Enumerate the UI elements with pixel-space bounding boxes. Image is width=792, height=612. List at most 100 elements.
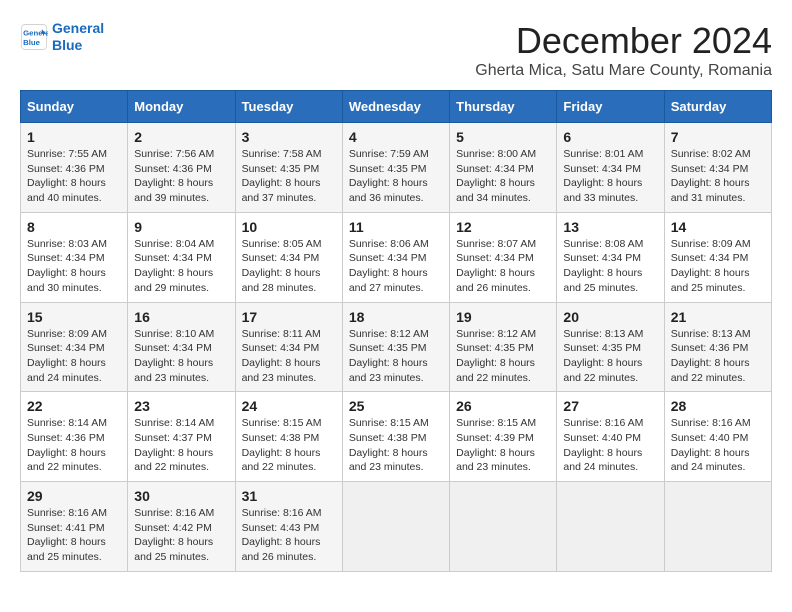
weekday-header: Saturday (664, 91, 771, 123)
title-section: December 2024 Gherta Mica, Satu Mare Cou… (475, 20, 772, 80)
weekday-header: Sunday (21, 91, 128, 123)
day-info: Sunrise: 8:14 AM Sunset: 4:37 PM Dayligh… (134, 416, 228, 475)
day-info: Sunrise: 8:16 AM Sunset: 4:40 PM Dayligh… (671, 416, 765, 475)
day-number: 10 (242, 219, 336, 235)
day-info: Sunrise: 8:04 AM Sunset: 4:34 PM Dayligh… (134, 237, 228, 296)
weekday-header: Wednesday (342, 91, 449, 123)
logo-text: GeneralBlue (52, 20, 104, 54)
day-info: Sunrise: 7:58 AM Sunset: 4:35 PM Dayligh… (242, 147, 336, 206)
day-number: 4 (349, 129, 443, 145)
calendar-cell: 18 Sunrise: 8:12 AM Sunset: 4:35 PM Dayli… (342, 302, 449, 392)
day-info: Sunrise: 8:15 AM Sunset: 4:38 PM Dayligh… (349, 416, 443, 475)
calendar-cell: 23Sunrise: 8:14 AM Sunset: 4:37 PM Dayli… (128, 392, 235, 482)
calendar-cell (664, 482, 771, 572)
day-info: Sunrise: 8:08 AM Sunset: 4:34 PM Dayligh… (563, 237, 657, 296)
weekday-header: Thursday (450, 91, 557, 123)
calendar-cell: 10 Sunrise: 8:05 AM Sunset: 4:34 PM Dayli… (235, 212, 342, 302)
weekday-header: Tuesday (235, 91, 342, 123)
day-number: 14 (671, 219, 765, 235)
calendar-cell: 31Sunrise: 8:16 AM Sunset: 4:43 PM Dayli… (235, 482, 342, 572)
day-info: Sunrise: 8:06 AM Sunset: 4:34 PM Dayligh… (349, 237, 443, 296)
calendar-week-row: 1 Sunrise: 7:55 AM Sunset: 4:36 PM Daylig… (21, 123, 772, 213)
calendar-cell: 16 Sunrise: 8:10 AM Sunset: 4:34 PM Dayli… (128, 302, 235, 392)
calendar-cell: 28 Sunrise: 8:16 AM Sunset: 4:40 PM Dayli… (664, 392, 771, 482)
day-number: 8 (27, 219, 121, 235)
calendar-cell (342, 482, 449, 572)
calendar-cell (557, 482, 664, 572)
day-info: Sunrise: 8:16 AM Sunset: 4:43 PM Dayligh… (242, 506, 336, 565)
calendar-cell: 26Sunrise: 8:15 AM Sunset: 4:39 PM Dayli… (450, 392, 557, 482)
day-number: 25 (349, 398, 443, 414)
calendar-cell: 19Sunrise: 8:12 AM Sunset: 4:35 PM Dayli… (450, 302, 557, 392)
calendar-cell: 29 Sunrise: 8:16 AM Sunset: 4:41 PM Dayli… (21, 482, 128, 572)
day-info: Sunrise: 8:05 AM Sunset: 4:34 PM Dayligh… (242, 237, 336, 296)
calendar-cell: 8 Sunrise: 8:03 AM Sunset: 4:34 PM Daylig… (21, 212, 128, 302)
day-number: 11 (349, 219, 443, 235)
day-info: Sunrise: 8:16 AM Sunset: 4:40 PM Dayligh… (563, 416, 657, 475)
day-info: Sunrise: 8:00 AM Sunset: 4:34 PM Dayligh… (456, 147, 550, 206)
calendar-cell: 9Sunrise: 8:04 AM Sunset: 4:34 PM Daylig… (128, 212, 235, 302)
day-info: Sunrise: 8:09 AM Sunset: 4:34 PM Dayligh… (671, 237, 765, 296)
day-number: 18 (349, 309, 443, 325)
day-info: Sunrise: 8:02 AM Sunset: 4:34 PM Dayligh… (671, 147, 765, 206)
calendar-cell: 15Sunrise: 8:09 AM Sunset: 4:34 PM Dayli… (21, 302, 128, 392)
day-number: 28 (671, 398, 765, 414)
calendar-cell: 4 Sunrise: 7:59 AM Sunset: 4:35 PM Daylig… (342, 123, 449, 213)
day-info: Sunrise: 8:03 AM Sunset: 4:34 PM Dayligh… (27, 237, 121, 296)
day-info: Sunrise: 8:12 AM Sunset: 4:35 PM Dayligh… (349, 327, 443, 386)
calendar-cell: 27 Sunrise: 8:16 AM Sunset: 4:40 PM Dayli… (557, 392, 664, 482)
day-info: Sunrise: 8:16 AM Sunset: 4:41 PM Dayligh… (27, 506, 121, 565)
day-info: Sunrise: 8:13 AM Sunset: 4:36 PM Dayligh… (671, 327, 765, 386)
day-number: 16 (134, 309, 228, 325)
day-number: 27 (563, 398, 657, 414)
calendar-cell: 1 Sunrise: 7:55 AM Sunset: 4:36 PM Daylig… (21, 123, 128, 213)
day-number: 7 (671, 129, 765, 145)
day-info: Sunrise: 7:59 AM Sunset: 4:35 PM Dayligh… (349, 147, 443, 206)
calendar-week-row: 8 Sunrise: 8:03 AM Sunset: 4:34 PM Daylig… (21, 212, 772, 302)
calendar-week-row: 29 Sunrise: 8:16 AM Sunset: 4:41 PM Dayli… (21, 482, 772, 572)
calendar-cell: 13 Sunrise: 8:08 AM Sunset: 4:34 PM Dayli… (557, 212, 664, 302)
day-number: 1 (27, 129, 121, 145)
calendar-header-row: SundayMondayTuesdayWednesdayThursdayFrid… (21, 91, 772, 123)
calendar-cell: 12Sunrise: 8:07 AM Sunset: 4:34 PM Dayli… (450, 212, 557, 302)
day-number: 21 (671, 309, 765, 325)
calendar-cell: 25 Sunrise: 8:15 AM Sunset: 4:38 PM Dayli… (342, 392, 449, 482)
calendar-cell: 30 Sunrise: 8:16 AM Sunset: 4:42 PM Dayli… (128, 482, 235, 572)
logo: General Blue GeneralBlue (20, 20, 104, 54)
day-info: Sunrise: 8:16 AM Sunset: 4:42 PM Dayligh… (134, 506, 228, 565)
day-info: Sunrise: 7:56 AM Sunset: 4:36 PM Dayligh… (134, 147, 228, 206)
calendar-cell: 6 Sunrise: 8:01 AM Sunset: 4:34 PM Daylig… (557, 123, 664, 213)
calendar-week-row: 15Sunrise: 8:09 AM Sunset: 4:34 PM Dayli… (21, 302, 772, 392)
day-info: Sunrise: 8:13 AM Sunset: 4:35 PM Dayligh… (563, 327, 657, 386)
day-number: 30 (134, 488, 228, 504)
calendar-table: SundayMondayTuesdayWednesdayThursdayFrid… (20, 90, 772, 572)
day-number: 19 (456, 309, 550, 325)
day-number: 13 (563, 219, 657, 235)
calendar-cell: 7 Sunrise: 8:02 AM Sunset: 4:34 PM Daylig… (664, 123, 771, 213)
day-info: Sunrise: 8:10 AM Sunset: 4:34 PM Dayligh… (134, 327, 228, 386)
day-info: Sunrise: 7:55 AM Sunset: 4:36 PM Dayligh… (27, 147, 121, 206)
day-number: 17 (242, 309, 336, 325)
day-number: 29 (27, 488, 121, 504)
calendar-cell: 17Sunrise: 8:11 AM Sunset: 4:34 PM Dayli… (235, 302, 342, 392)
day-number: 20 (563, 309, 657, 325)
month-title: December 2024 (475, 20, 772, 62)
day-info: Sunrise: 8:15 AM Sunset: 4:39 PM Dayligh… (456, 416, 550, 475)
day-info: Sunrise: 8:14 AM Sunset: 4:36 PM Dayligh… (27, 416, 121, 475)
svg-text:Blue: Blue (23, 38, 41, 47)
weekday-header: Monday (128, 91, 235, 123)
day-number: 12 (456, 219, 550, 235)
day-number: 22 (27, 398, 121, 414)
calendar-cell: 20 Sunrise: 8:13 AM Sunset: 4:35 PM Dayli… (557, 302, 664, 392)
calendar-cell: 14 Sunrise: 8:09 AM Sunset: 4:34 PM Dayli… (664, 212, 771, 302)
day-info: Sunrise: 8:01 AM Sunset: 4:34 PM Dayligh… (563, 147, 657, 206)
day-number: 3 (242, 129, 336, 145)
day-number: 15 (27, 309, 121, 325)
day-number: 6 (563, 129, 657, 145)
calendar-week-row: 22 Sunrise: 8:14 AM Sunset: 4:36 PM Dayli… (21, 392, 772, 482)
logo-icon: General Blue (20, 23, 48, 51)
calendar-cell: 21 Sunrise: 8:13 AM Sunset: 4:36 PM Dayli… (664, 302, 771, 392)
calendar-cell: 2Sunrise: 7:56 AM Sunset: 4:36 PM Daylig… (128, 123, 235, 213)
calendar-cell: 3 Sunrise: 7:58 AM Sunset: 4:35 PM Daylig… (235, 123, 342, 213)
calendar-cell: 5Sunrise: 8:00 AM Sunset: 4:34 PM Daylig… (450, 123, 557, 213)
